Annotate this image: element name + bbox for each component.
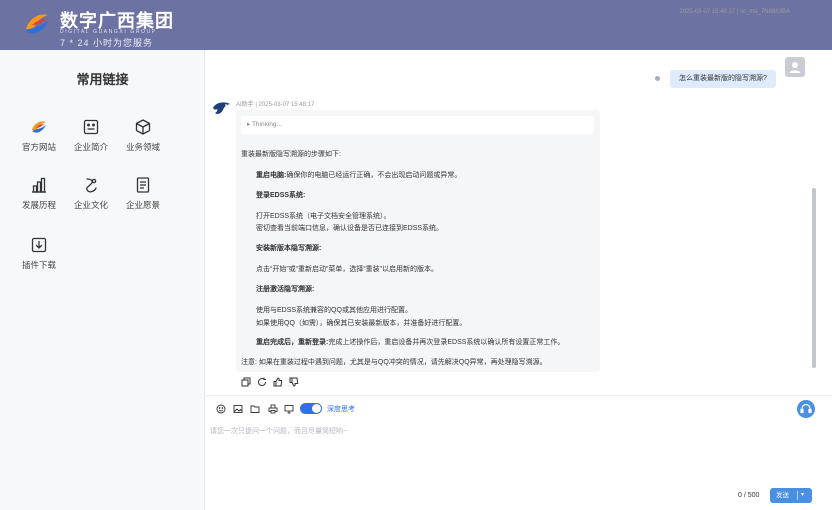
thinking-toggle[interactable]: ▸ Thinking... [241,116,594,134]
ai-line: 密切查看当前端口信息，确认设备是否已连接到EDSS系统。 [256,225,444,232]
culture-icon [86,178,97,193]
ai-line-body: 完成上述操作后，重启设备并再次登录EDSS系统以确认所有设置正常工作。 [328,339,565,346]
send-button-label: 发送 [776,492,789,499]
assistant-float-button[interactable] [797,400,815,418]
user-message-meta: 2025-03-07 15:48:17 | xc_ma_7N88h3BA [679,9,790,15]
user-icon [789,62,801,73]
download-icon [31,237,47,253]
ai-line: 重装最新版隐写溯源的步骤如下: [241,151,341,158]
thumbs-down-icon[interactable] [289,377,299,387]
ai-line-body: 确保你的电脑已经运行正确，不会出现启动问题或异常。 [286,172,462,179]
brand-logo-icon [32,121,46,133]
deep-think-toggle[interactable] [300,403,322,414]
send-button-divider [797,491,798,500]
ai-line: 点击“开始”或“重新启动”菜单，选择“重装”以启用新的版本。 [256,266,438,273]
char-count: 0 / 500 [738,492,760,499]
ai-line: 安装新版本隐写溯源: [256,245,322,252]
sidebar-link-label: 业务领域 [125,142,160,152]
brand-slogan: 7 * 24 小时为您服务 [60,38,154,48]
app-header: 数字广西集团 DIGITAL GUANGXI GROUP 7 * 24 小时为您… [0,0,832,50]
sidebar-link-plugin-download[interactable]: 插件下载 [14,236,64,280]
copy-icon[interactable] [241,377,251,387]
ai-line: 注册激活隐写溯源: [256,286,315,293]
send-button[interactable]: 发送 ▾ [770,488,812,503]
ai-assistant-avatar-icon [213,102,230,114]
image-icon[interactable] [233,404,243,414]
ai-message-meta: AI助手 | 2025-03-07 15:48:17 [236,102,315,108]
sidebar-link-culture[interactable]: 企业文化 [66,176,116,220]
ai-line: 登录EDSS系统: [256,192,306,199]
composer-divider [206,395,832,396]
deep-think-toggle-knob [312,404,321,413]
ai-line: 如果使用QQ（如需），确保其已安装最新版本，并准备好进行配置。 [256,320,467,327]
sidebar-link-company-intro[interactable]: 企业简介 [66,118,116,162]
ai-line: 使用与EDSS系统兼容的QQ或其他应用进行配置。 [256,307,412,314]
sidebar-link-label: 企业简介 [73,142,108,152]
sidebar: 常用链接 官方网站 企业简介 业务领域 发展历程 企业文化 企业愿景 插件下载 [0,50,205,510]
sidebar-link-label: 发展历程 [21,200,56,210]
brand-subtitle: DIGITAL GUANGXI GROUP [60,29,157,35]
regenerate-icon[interactable] [257,377,267,387]
emoji-icon[interactable] [216,404,226,414]
sidebar-link-label: 插件下载 [21,260,56,270]
chevron-down-icon[interactable]: ▾ [801,488,804,503]
screen-icon[interactable] [284,404,294,414]
sidebar-link-label: 企业愿景 [125,200,160,210]
sidebar-title: 常用链接 [76,72,129,87]
ai-line-heading: 重启电脑: [256,172,287,179]
headset-icon [800,403,812,414]
sidebar-link-label: 官方网站 [21,142,56,152]
ai-line: 重启完成后，重新登录:完成上述操作后，重启设备并再次登录EDSS系统以确认所有设… [256,337,564,347]
sidebar-link-business[interactable]: 业务领域 [118,118,168,162]
ai-line-heading: 重启完成后，重新登录: [256,339,329,346]
ai-line: 注意: 如果在重装过程中遇到问题，尤其是与QQ冲突的情况，请先解决QQ异常，再处… [241,359,547,366]
brand-logo-icon[interactable] [22,9,52,39]
sidebar-link-vision[interactable]: 企业愿景 [118,176,168,220]
user-message-bubble: 怎么重装最新版的隐写溯源? [670,70,776,88]
thumbs-up-icon[interactable] [273,377,283,387]
folder-icon[interactable] [250,404,260,414]
print-icon[interactable] [268,404,278,414]
id-card-icon [83,119,99,135]
ai-line: 重启电脑:确保你的电脑已经运行正确，不会出现启动问题或异常。 [256,170,461,180]
message-status-dot [655,76,660,81]
chat-scrollbar[interactable] [812,188,816,368]
cube-icon [135,119,151,135]
deep-think-label: 深度思考 [327,406,355,413]
document-icon [136,177,150,193]
message-input[interactable] [206,422,806,482]
bar-chart-icon [32,177,46,193]
sidebar-link-official-site[interactable]: 官方网站 [14,118,64,162]
sidebar-link-label: 企业文化 [73,200,108,210]
sidebar-link-history[interactable]: 发展历程 [14,176,64,220]
user-avatar [785,57,805,77]
ai-line: 打开EDSS系统（电子文档安全管理系统）。 [256,213,391,220]
